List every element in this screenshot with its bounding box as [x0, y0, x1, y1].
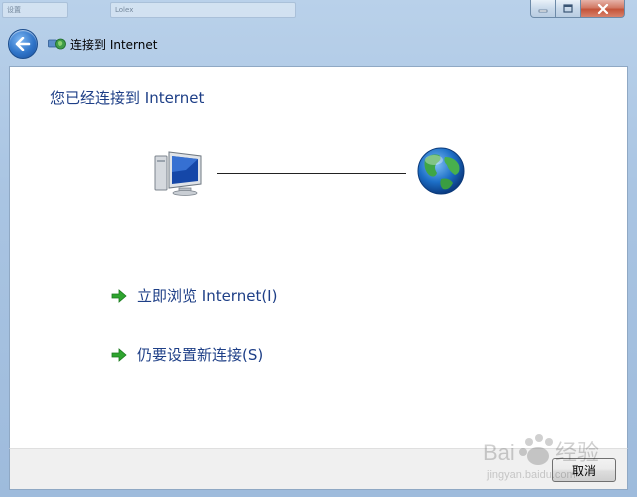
browse-internet-link[interactable]: 立即浏览 Internet(I) [111, 285, 277, 306]
wizard-header: 连接到 Internet [8, 26, 608, 62]
background-tab-strip: 设置 Lolex [0, 0, 520, 20]
back-arrow-icon [15, 37, 31, 51]
minimize-button[interactable] [530, 0, 556, 18]
background-tab: Lolex [110, 2, 296, 18]
wizard-content: 您已经连接到 Internet 立即浏览 Internet(I) 仍要设置新连接… [9, 66, 628, 448]
connection-line [217, 173, 406, 174]
close-icon [597, 3, 608, 14]
wizard-footer: 取消 [9, 448, 628, 490]
browse-internet-label: 立即浏览 Internet(I) [137, 287, 278, 305]
minimize-icon [538, 9, 548, 12]
setup-new-connection-link[interactable]: 仍要设置新连接(S) [111, 344, 263, 365]
green-arrow-icon [111, 288, 127, 303]
globe-icon [417, 147, 465, 195]
close-button[interactable] [581, 0, 625, 18]
computer-icon [154, 151, 202, 196]
network-wizard-icon [48, 38, 66, 50]
maximize-icon [563, 4, 573, 13]
back-button[interactable] [8, 29, 38, 59]
maximize-button[interactable] [556, 0, 581, 18]
page-heading: 您已经连接到 Internet [50, 89, 205, 107]
background-tab: 设置 [2, 2, 68, 18]
window-title: 连接到 Internet [70, 37, 158, 52]
green-arrow-icon [111, 347, 127, 362]
setup-new-connection-label: 仍要设置新连接(S) [137, 346, 264, 364]
cancel-button[interactable]: 取消 [552, 458, 616, 482]
window-frame: 设置 Lolex 连接到 Internet 您已经连接到 Internet 立即… [0, 0, 637, 497]
caption-buttons [530, 0, 625, 19]
